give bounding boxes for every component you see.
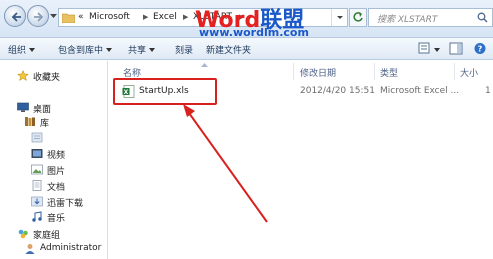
annotation-arrow-icon [183, 104, 268, 223]
